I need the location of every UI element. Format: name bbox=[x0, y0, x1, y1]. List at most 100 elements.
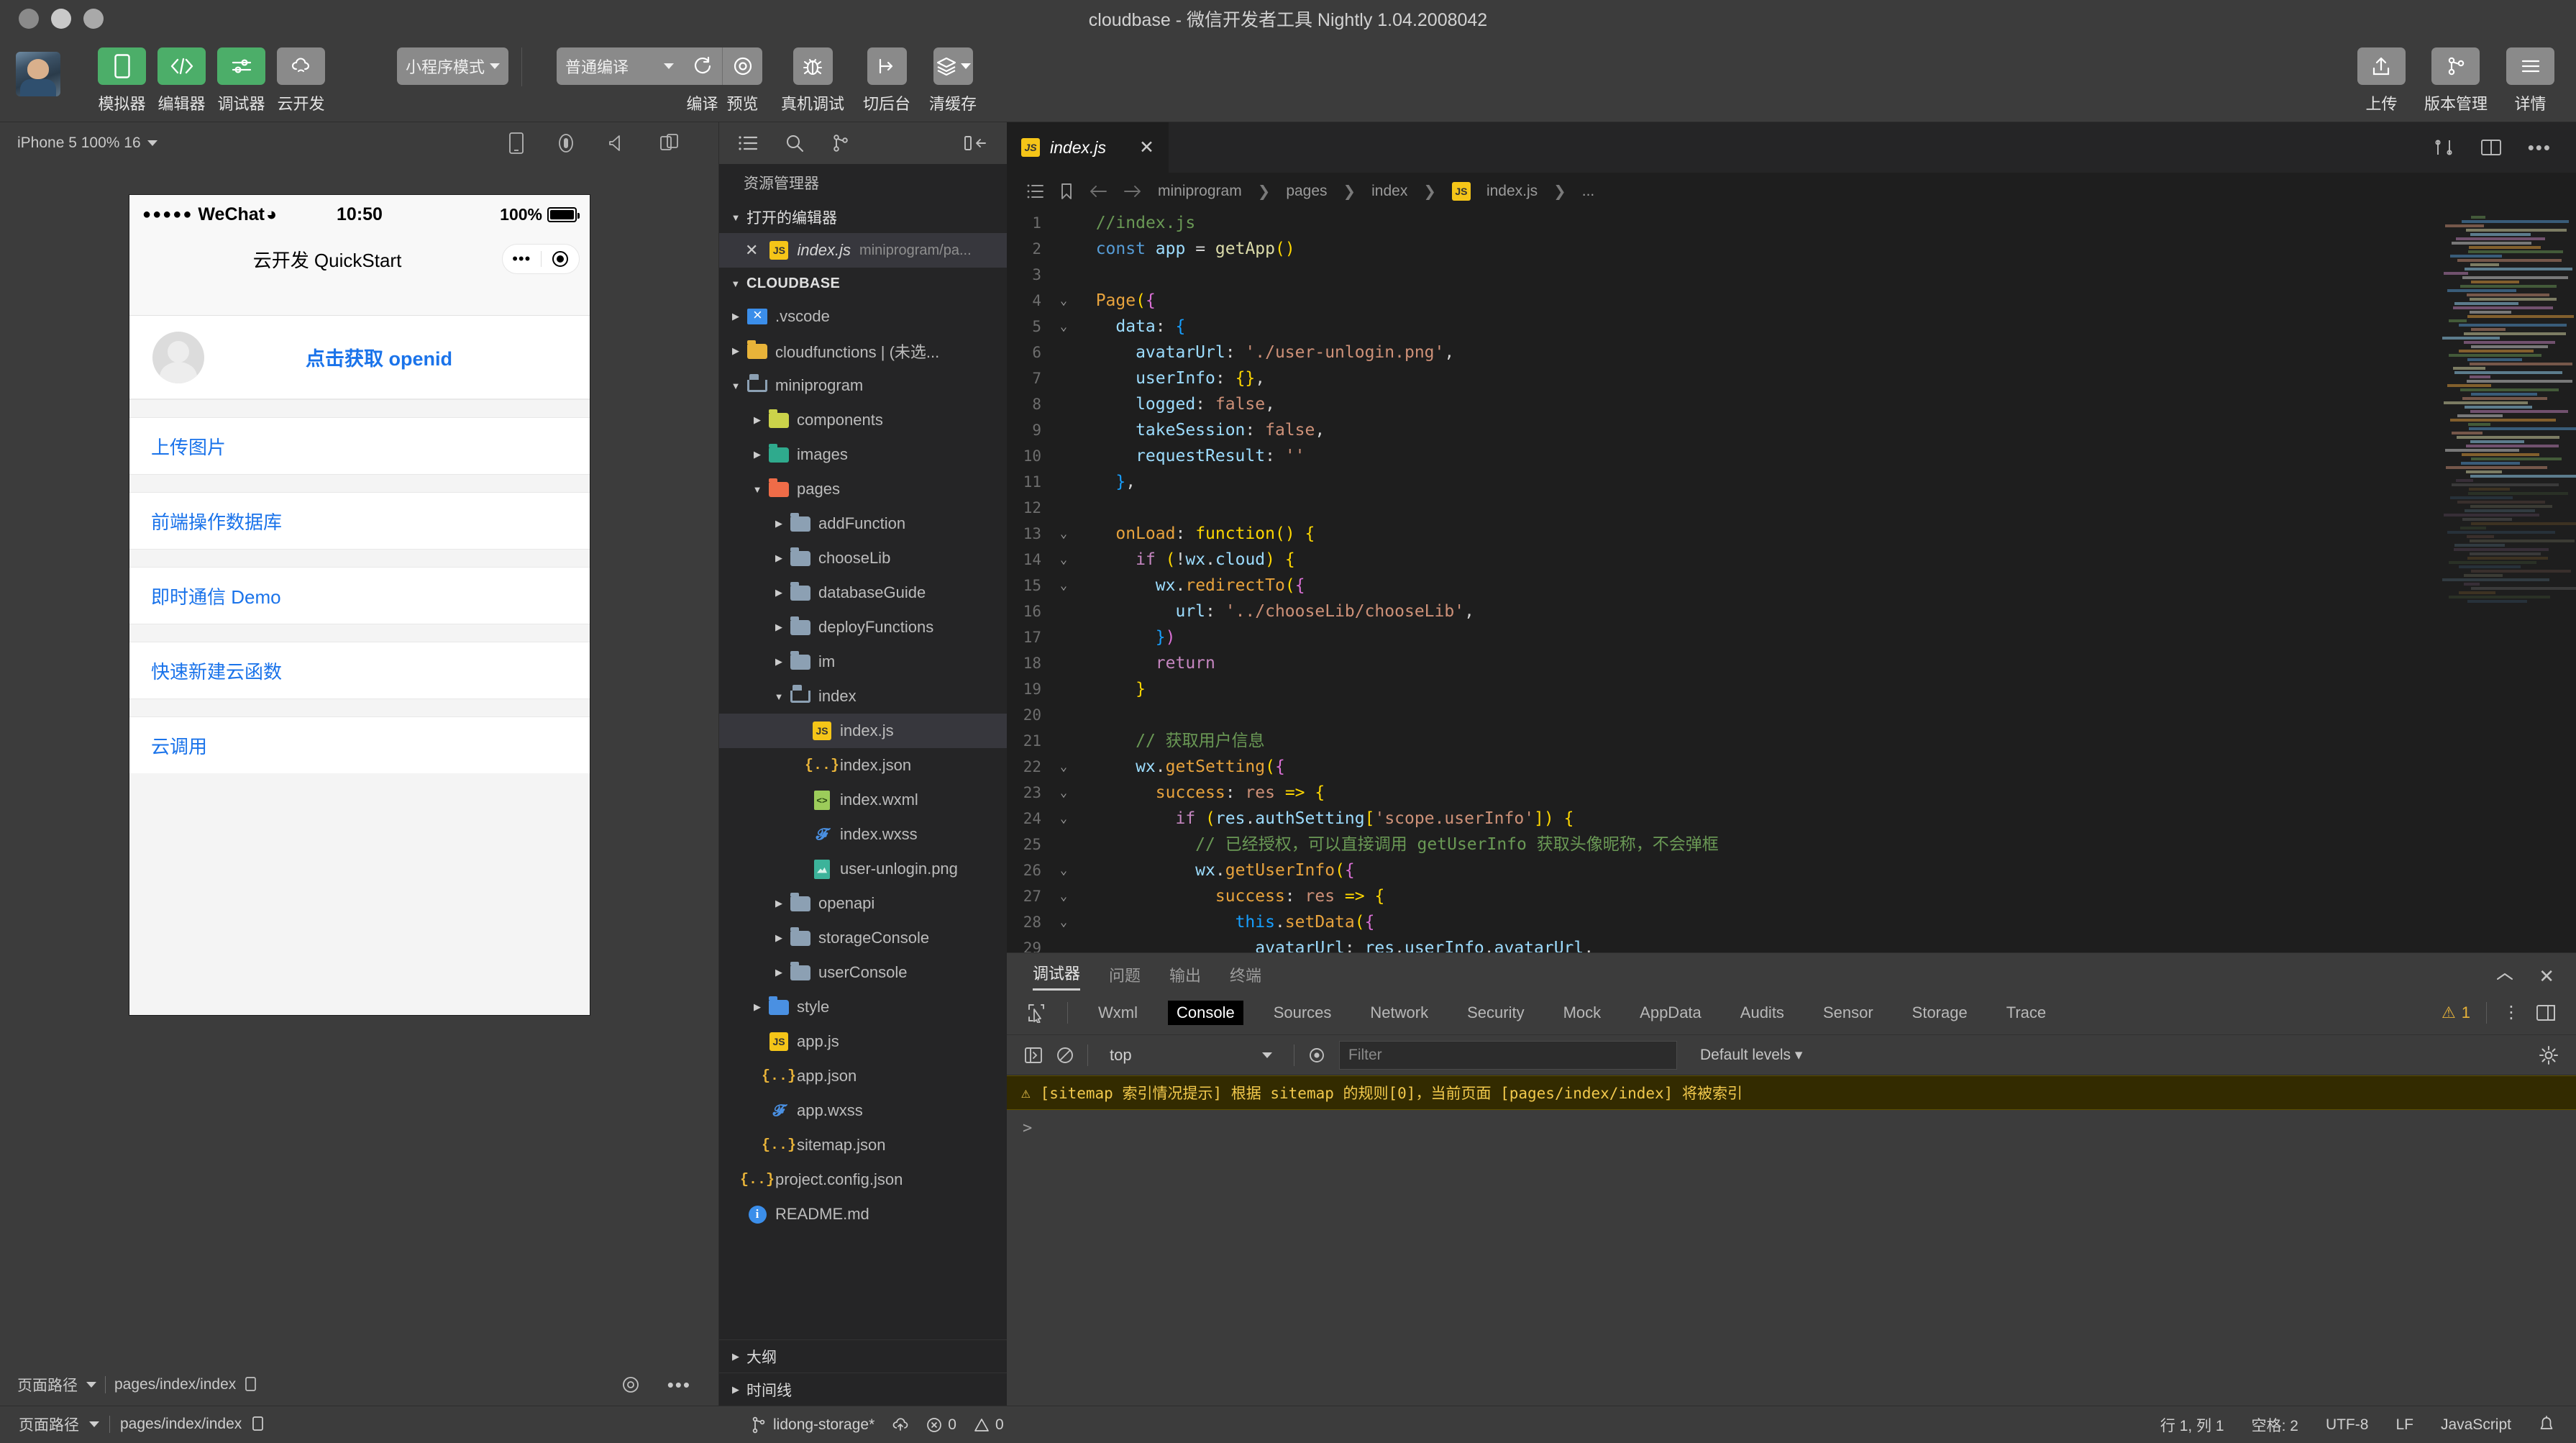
tab-problems[interactable]: 问题 bbox=[1109, 963, 1141, 991]
language-mode[interactable]: JavaScript bbox=[2441, 1416, 2511, 1434]
fold-toggle[interactable]: ⌄ bbox=[1051, 857, 1076, 883]
fold-toggle[interactable]: ⌄ bbox=[1051, 573, 1076, 598]
code-line[interactable]: 16 url: '../chooseLib/chooseLib', bbox=[1007, 598, 2576, 624]
code-line[interactable]: 10 requestResult: '' bbox=[1007, 443, 2576, 469]
open-editor-item[interactable]: ✕ JS index.js miniprogram/pa... bbox=[719, 233, 1007, 268]
clear-cache-button[interactable] bbox=[933, 47, 973, 85]
code-lines[interactable]: 1 //index.js 2 const app = getApp() 3 4 ⌄ Pa… bbox=[1007, 210, 2576, 952]
code-line[interactable]: 15 ⌄ wx.redirectTo({ bbox=[1007, 573, 2576, 598]
tab-terminal[interactable]: 终端 bbox=[1230, 963, 1261, 991]
breadcrumb-item[interactable]: index.js bbox=[1486, 183, 1538, 200]
open-editors-section[interactable]: ▼ 打开的编辑器 bbox=[719, 201, 1007, 233]
code-line[interactable]: 11 }, bbox=[1007, 469, 2576, 495]
switch-background-button[interactable] bbox=[867, 47, 907, 85]
tree-folder-item[interactable]: ▶ components bbox=[719, 403, 1007, 437]
chevron-down-icon[interactable]: ▼ bbox=[772, 691, 785, 702]
devtab-mock[interactable]: Mock bbox=[1555, 1001, 1610, 1025]
code-line[interactable]: 21 // 获取用户信息 bbox=[1007, 728, 2576, 754]
copy-icon[interactable] bbox=[245, 1376, 259, 1393]
tree-folder-item[interactable]: ▶ images bbox=[719, 437, 1007, 472]
code-line[interactable]: 1 //index.js bbox=[1007, 210, 2576, 236]
devtab-trace[interactable]: Trace bbox=[1998, 1001, 2055, 1025]
outline-icon[interactable] bbox=[1027, 183, 1044, 199]
tree-folder-item[interactable]: ▼ miniprogram bbox=[719, 368, 1007, 403]
console-filter-input[interactable]: Filter bbox=[1339, 1040, 1677, 1070]
phone-icon[interactable] bbox=[508, 132, 524, 155]
multi-screen-icon[interactable] bbox=[659, 133, 680, 153]
more-actions-icon[interactable]: ••• bbox=[667, 1374, 691, 1396]
sync-changes-icon[interactable] bbox=[892, 1416, 909, 1434]
fold-toggle[interactable]: ⌄ bbox=[1051, 909, 1076, 935]
list-item[interactable]: 快速新建云函数 bbox=[129, 642, 590, 698]
devtab-storage[interactable]: Storage bbox=[1904, 1001, 1976, 1025]
tab-output[interactable]: 输出 bbox=[1169, 963, 1201, 991]
user-avatar[interactable] bbox=[16, 52, 60, 96]
code-line[interactable]: 19 } bbox=[1007, 676, 2576, 702]
mode-selector[interactable]: 小程序模式 bbox=[397, 47, 508, 85]
split-compare-icon[interactable] bbox=[2433, 138, 2454, 157]
volume-icon[interactable] bbox=[608, 134, 628, 153]
code-line[interactable]: 23 ⌄ success: res => { bbox=[1007, 780, 2576, 806]
compile-button[interactable] bbox=[682, 47, 722, 85]
chevron-right-icon[interactable]: ▶ bbox=[751, 414, 764, 426]
minimap[interactable] bbox=[2442, 216, 2576, 952]
devtab-sensor[interactable]: Sensor bbox=[1814, 1001, 1882, 1025]
code-line[interactable]: 12 bbox=[1007, 495, 2576, 521]
maximize-panel-icon[interactable] bbox=[2495, 970, 2514, 983]
code-line[interactable]: 29 avatarUrl: res.userInfo.avatarUrl, bbox=[1007, 935, 2576, 952]
close-icon[interactable]: ✕ bbox=[745, 241, 758, 260]
list-item[interactable]: 云调用 bbox=[129, 717, 590, 773]
preview-eye-icon[interactable] bbox=[621, 1375, 640, 1394]
code-area[interactable]: 1 //index.js 2 const app = getApp() 3 4 ⌄ Pa… bbox=[1007, 210, 2576, 952]
code-line[interactable]: 20 bbox=[1007, 702, 2576, 728]
version-management-button[interactable]: 版本管理 bbox=[2424, 47, 2488, 114]
compile-mode-select[interactable]: 普通编译 bbox=[557, 47, 682, 85]
more-actions-icon[interactable]: ••• bbox=[2528, 137, 2552, 159]
code-line[interactable]: 7 userInfo: {}, bbox=[1007, 365, 2576, 391]
code-line[interactable]: 13 ⌄ onLoad: function() { bbox=[1007, 521, 2576, 547]
tree-folder-item[interactable]: ▶ addFunction bbox=[719, 506, 1007, 541]
tree-file-item[interactable]: ▶user-unlogin.png bbox=[719, 852, 1007, 886]
toolbar-item-simulator[interactable]: 模拟器 bbox=[98, 47, 146, 114]
chevron-right-icon[interactable]: ▶ bbox=[772, 587, 785, 598]
tree-folder-item[interactable]: ▼ pages bbox=[719, 472, 1007, 506]
console-output-area[interactable] bbox=[1007, 1146, 2576, 1406]
devtab-security[interactable]: Security bbox=[1458, 1001, 1533, 1025]
tree-file-item[interactable]: ▶{..}project.config.json bbox=[719, 1162, 1007, 1197]
eol-setting[interactable]: LF bbox=[2395, 1416, 2413, 1434]
wechat-capsule[interactable]: ••• bbox=[502, 244, 580, 274]
tree-folder-item[interactable]: ▶ .vscode bbox=[719, 299, 1007, 334]
breadcrumb-item[interactable]: index bbox=[1371, 183, 1407, 200]
console-settings-gear-icon[interactable] bbox=[2539, 1045, 2559, 1065]
split-editor-icon[interactable] bbox=[2480, 138, 2502, 157]
code-line[interactable]: 25 // 已经授权，可以直接调用 getUserInfo 获取头像昵称，不会弹… bbox=[1007, 832, 2576, 857]
tree-folder-item[interactable]: ▶ style bbox=[719, 990, 1007, 1024]
console-levels-select[interactable]: Default levels ▾ bbox=[1700, 1046, 1802, 1064]
source-control-icon[interactable] bbox=[831, 134, 850, 153]
tree-folder-item[interactable]: ▶ chooseLib bbox=[719, 541, 1007, 575]
tree-folder-item[interactable]: ▶ userConsole bbox=[719, 955, 1007, 990]
chevron-right-icon[interactable]: ▶ bbox=[751, 1001, 764, 1013]
timeline-section[interactable]: ▶ 时间线 bbox=[719, 1373, 1007, 1406]
window-controls[interactable] bbox=[19, 9, 104, 29]
code-line[interactable]: 3 bbox=[1007, 262, 2576, 288]
code-line[interactable]: 26 ⌄ wx.getUserInfo({ bbox=[1007, 857, 2576, 883]
devtab-audits[interactable]: Audits bbox=[1732, 1001, 1793, 1025]
chevron-right-icon[interactable]: ▶ bbox=[772, 552, 785, 564]
maximize-window-button[interactable] bbox=[83, 9, 104, 29]
filter-eye-icon[interactable] bbox=[1307, 1046, 1326, 1065]
code-line[interactable]: 6 avatarUrl: './user-unlogin.png', bbox=[1007, 340, 2576, 365]
chevron-right-icon[interactable]: ▶ bbox=[772, 898, 785, 909]
rotate-icon[interactable] bbox=[556, 132, 576, 155]
chevron-down-icon[interactable] bbox=[89, 1421, 99, 1427]
fold-toggle[interactable]: ⌄ bbox=[1051, 806, 1076, 832]
console-sidebar-icon[interactable] bbox=[1024, 1046, 1043, 1065]
chevron-right-icon[interactable]: ▶ bbox=[772, 518, 785, 529]
clear-console-icon[interactable] bbox=[1056, 1046, 1074, 1065]
warning-count-badge[interactable]: ⚠ 1 bbox=[2442, 1003, 2470, 1022]
chevron-right-icon[interactable]: ▶ bbox=[772, 967, 785, 978]
tree-folder-item[interactable]: ▼ index bbox=[719, 679, 1007, 714]
tree-file-item[interactable]: ▶{..}sitemap.json bbox=[719, 1128, 1007, 1162]
chevron-right-icon[interactable]: ▶ bbox=[772, 932, 785, 944]
breadcrumb-item[interactable]: pages bbox=[1286, 183, 1327, 200]
